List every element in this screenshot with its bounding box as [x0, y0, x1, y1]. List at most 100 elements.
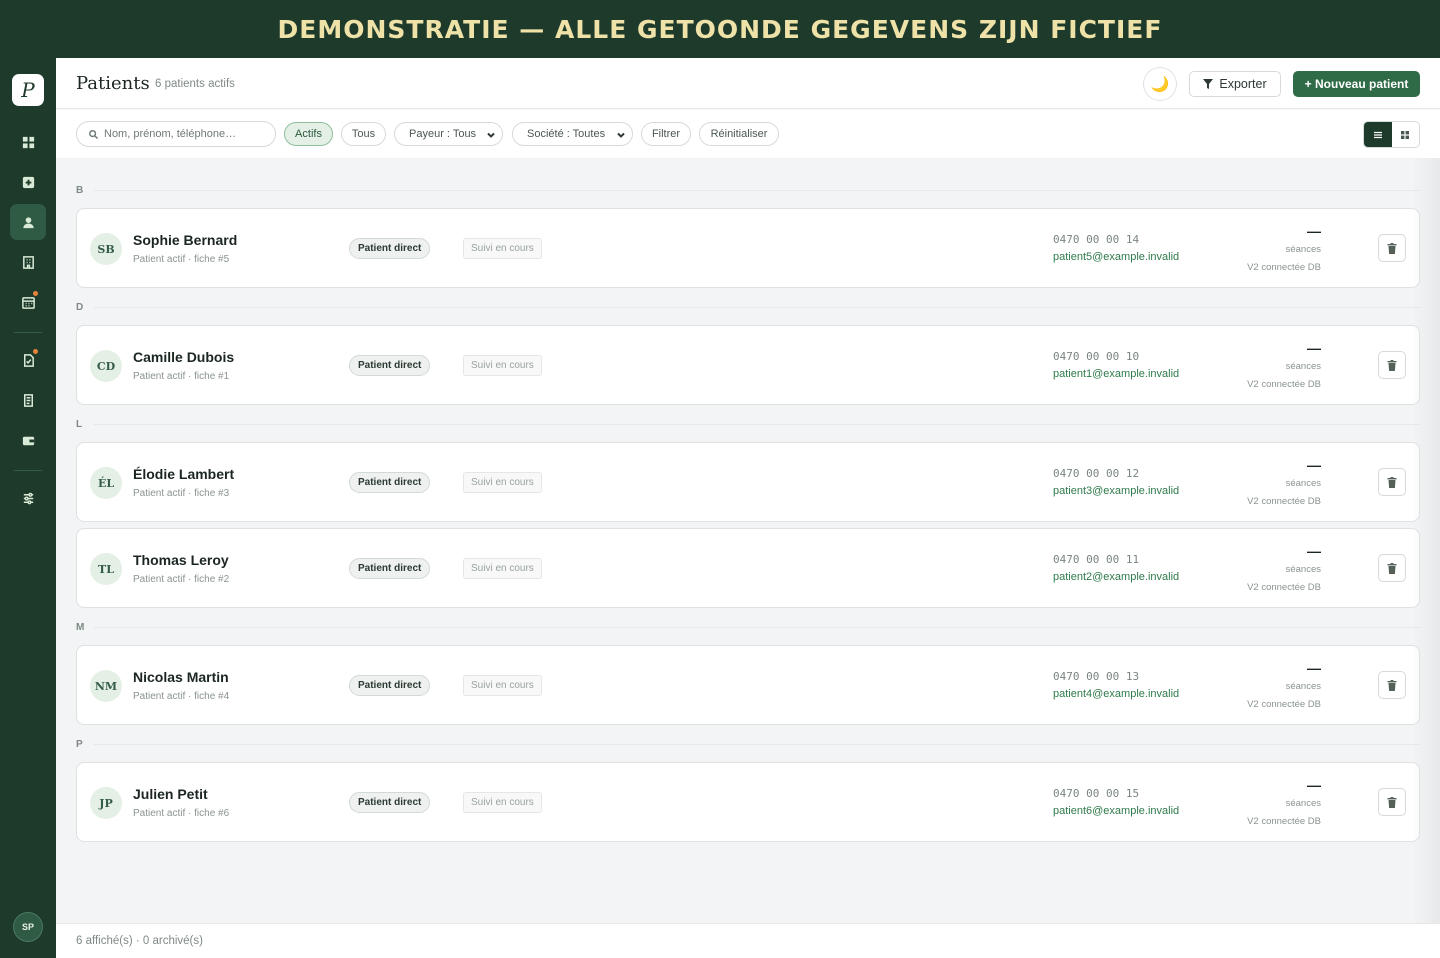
session-label: séances	[1285, 564, 1321, 575]
payeur-select-value: Payeur : Tous	[409, 128, 477, 140]
group-divider	[94, 307, 1420, 308]
invoice-icon	[23, 393, 33, 407]
notification-dot	[33, 349, 38, 354]
sidebar-item-documents[interactable]	[10, 342, 46, 378]
trash-icon	[1387, 562, 1397, 574]
db-status: V2 connectée DB	[1247, 816, 1321, 827]
search-input[interactable]: Nom, prénom, téléphone…	[76, 121, 276, 147]
sidebar-item-factures[interactable]	[10, 382, 46, 418]
session-label: séances	[1285, 681, 1321, 692]
filter-bar: Nom, prénom, téléphone… Actifs Tous Paye…	[56, 110, 1440, 158]
patient-email[interactable]: patient2@example.invalid	[1053, 571, 1179, 583]
patient-email[interactable]: patient3@example.invalid	[1053, 485, 1179, 497]
session-count: —	[1307, 457, 1321, 473]
status-badge: Suivi en cours	[463, 675, 542, 696]
document-check-icon	[23, 353, 34, 367]
medical-plus-icon	[22, 176, 34, 188]
payer-badge: Patient direct	[349, 355, 431, 376]
session-count: —	[1307, 777, 1321, 793]
patient-email[interactable]: patient6@example.invalid	[1053, 805, 1179, 817]
societe-select[interactable]: Société : Toutes	[512, 122, 633, 146]
delete-button[interactable]	[1378, 351, 1406, 379]
patient-name[interactable]: Nicolas Martin	[133, 669, 229, 685]
chevron-down-icon	[487, 132, 495, 138]
patient-card[interactable]: JP Julien Petit Patient actif · fiche #6…	[76, 762, 1420, 842]
session-count: —	[1307, 543, 1321, 559]
search-icon	[89, 129, 98, 139]
delete-button[interactable]	[1378, 468, 1406, 496]
moon-icon: 🌙	[1150, 76, 1170, 93]
group-divider	[94, 744, 1420, 745]
delete-button[interactable]	[1378, 554, 1406, 582]
sidebar-item-reglages[interactable]	[10, 480, 46, 516]
patient-card[interactable]: NM Nicolas Martin Patient actif · fiche …	[76, 645, 1420, 725]
new-patient-button[interactable]: + Nouveau patient	[1293, 71, 1420, 97]
status-badge: Suivi en cours	[463, 472, 542, 493]
payer-badge: Patient direct	[349, 792, 431, 813]
settings-sliders-icon	[23, 492, 33, 504]
session-label: séances	[1285, 478, 1321, 489]
sidebar-item-agenda[interactable]	[10, 284, 46, 320]
status-badge: Suivi en cours	[463, 558, 542, 579]
patient-card[interactable]: TL Thomas Leroy Patient actif · fiche #2…	[76, 528, 1420, 608]
app-logo[interactable]: P	[12, 74, 44, 106]
payeur-select[interactable]: Payeur : Tous	[394, 122, 503, 146]
page-subtitle: 6 patients actifs	[155, 78, 235, 90]
sidebar: P SP	[0, 58, 56, 958]
page-title: Patients	[76, 73, 150, 94]
theme-toggle-button[interactable]: 🌙	[1143, 67, 1177, 101]
patient-avatar: CD	[90, 350, 122, 382]
reset-button[interactable]: Réinitialiser	[699, 122, 779, 146]
db-status: V2 connectée DB	[1247, 379, 1321, 390]
wallet-icon	[22, 436, 34, 445]
delete-button[interactable]	[1378, 234, 1406, 262]
sidebar-divider	[14, 332, 42, 333]
sidebar-divider	[14, 470, 42, 471]
db-status: V2 connectée DB	[1247, 262, 1321, 273]
sidebar-item-dashboard[interactable]	[10, 124, 46, 160]
session-count: —	[1307, 660, 1321, 676]
delete-button[interactable]	[1378, 671, 1406, 699]
patient-list: B D L M P SB Sophie Bernard Patient acti…	[56, 158, 1440, 923]
status-badge: Suivi en cours	[463, 792, 542, 813]
trash-icon	[1387, 679, 1397, 691]
group-letter: L	[76, 419, 83, 430]
patient-name[interactable]: Élodie Lambert	[133, 466, 234, 482]
page-header: Patients 6 patients actifs 🌙 Exporter + …	[56, 58, 1440, 109]
sidebar-item-consultations[interactable]	[10, 164, 46, 200]
view-toggle	[1363, 121, 1420, 148]
patient-phone: 0470 00 00 13	[1053, 670, 1140, 683]
sidebar-item-paiements[interactable]	[10, 422, 46, 458]
patient-name[interactable]: Julien Petit	[133, 786, 208, 802]
filter-actifs-chip[interactable]: Actifs	[284, 122, 333, 146]
patient-email[interactable]: patient1@example.invalid	[1053, 368, 1179, 380]
session-count: —	[1307, 340, 1321, 356]
user-avatar[interactable]: SP	[13, 912, 43, 942]
export-button[interactable]: Exporter	[1189, 71, 1281, 97]
delete-button[interactable]	[1378, 788, 1406, 816]
patient-card[interactable]: SB Sophie Bernard Patient actif · fiche …	[76, 208, 1420, 288]
sidebar-item-patients[interactable]	[10, 204, 46, 240]
scroll-shadow	[1412, 158, 1440, 958]
patient-name[interactable]: Thomas Leroy	[133, 552, 229, 568]
grid-view-button[interactable]	[1392, 122, 1420, 147]
filtrer-button[interactable]: Filtrer	[641, 122, 691, 146]
session-count: —	[1307, 223, 1321, 239]
filter-tous-chip[interactable]: Tous	[341, 122, 386, 146]
patient-name[interactable]: Sophie Bernard	[133, 232, 237, 248]
patient-email[interactable]: patient5@example.invalid	[1053, 251, 1179, 263]
sidebar-item-societes[interactable]	[10, 244, 46, 280]
patient-meta: Patient actif · fiche #4	[133, 691, 230, 702]
patient-avatar: NM	[90, 670, 122, 702]
session-label: séances	[1285, 244, 1321, 255]
patient-card[interactable]: ÉL Élodie Lambert Patient actif · fiche …	[76, 442, 1420, 522]
footer-count: 6 affiché(s) · 0 archivé(s)	[76, 935, 203, 947]
patient-card[interactable]: CD Camille Dubois Patient actif · fiche …	[76, 325, 1420, 405]
societe-select-value: Société : Toutes	[527, 128, 606, 140]
patient-meta: Patient actif · fiche #2	[133, 574, 230, 585]
patient-email[interactable]: patient4@example.invalid	[1053, 688, 1179, 700]
patient-meta: Patient actif · fiche #5	[133, 254, 230, 265]
list-view-button[interactable]	[1364, 122, 1392, 147]
patient-name[interactable]: Camille Dubois	[133, 349, 234, 365]
patient-meta: Patient actif · fiche #3	[133, 488, 230, 499]
